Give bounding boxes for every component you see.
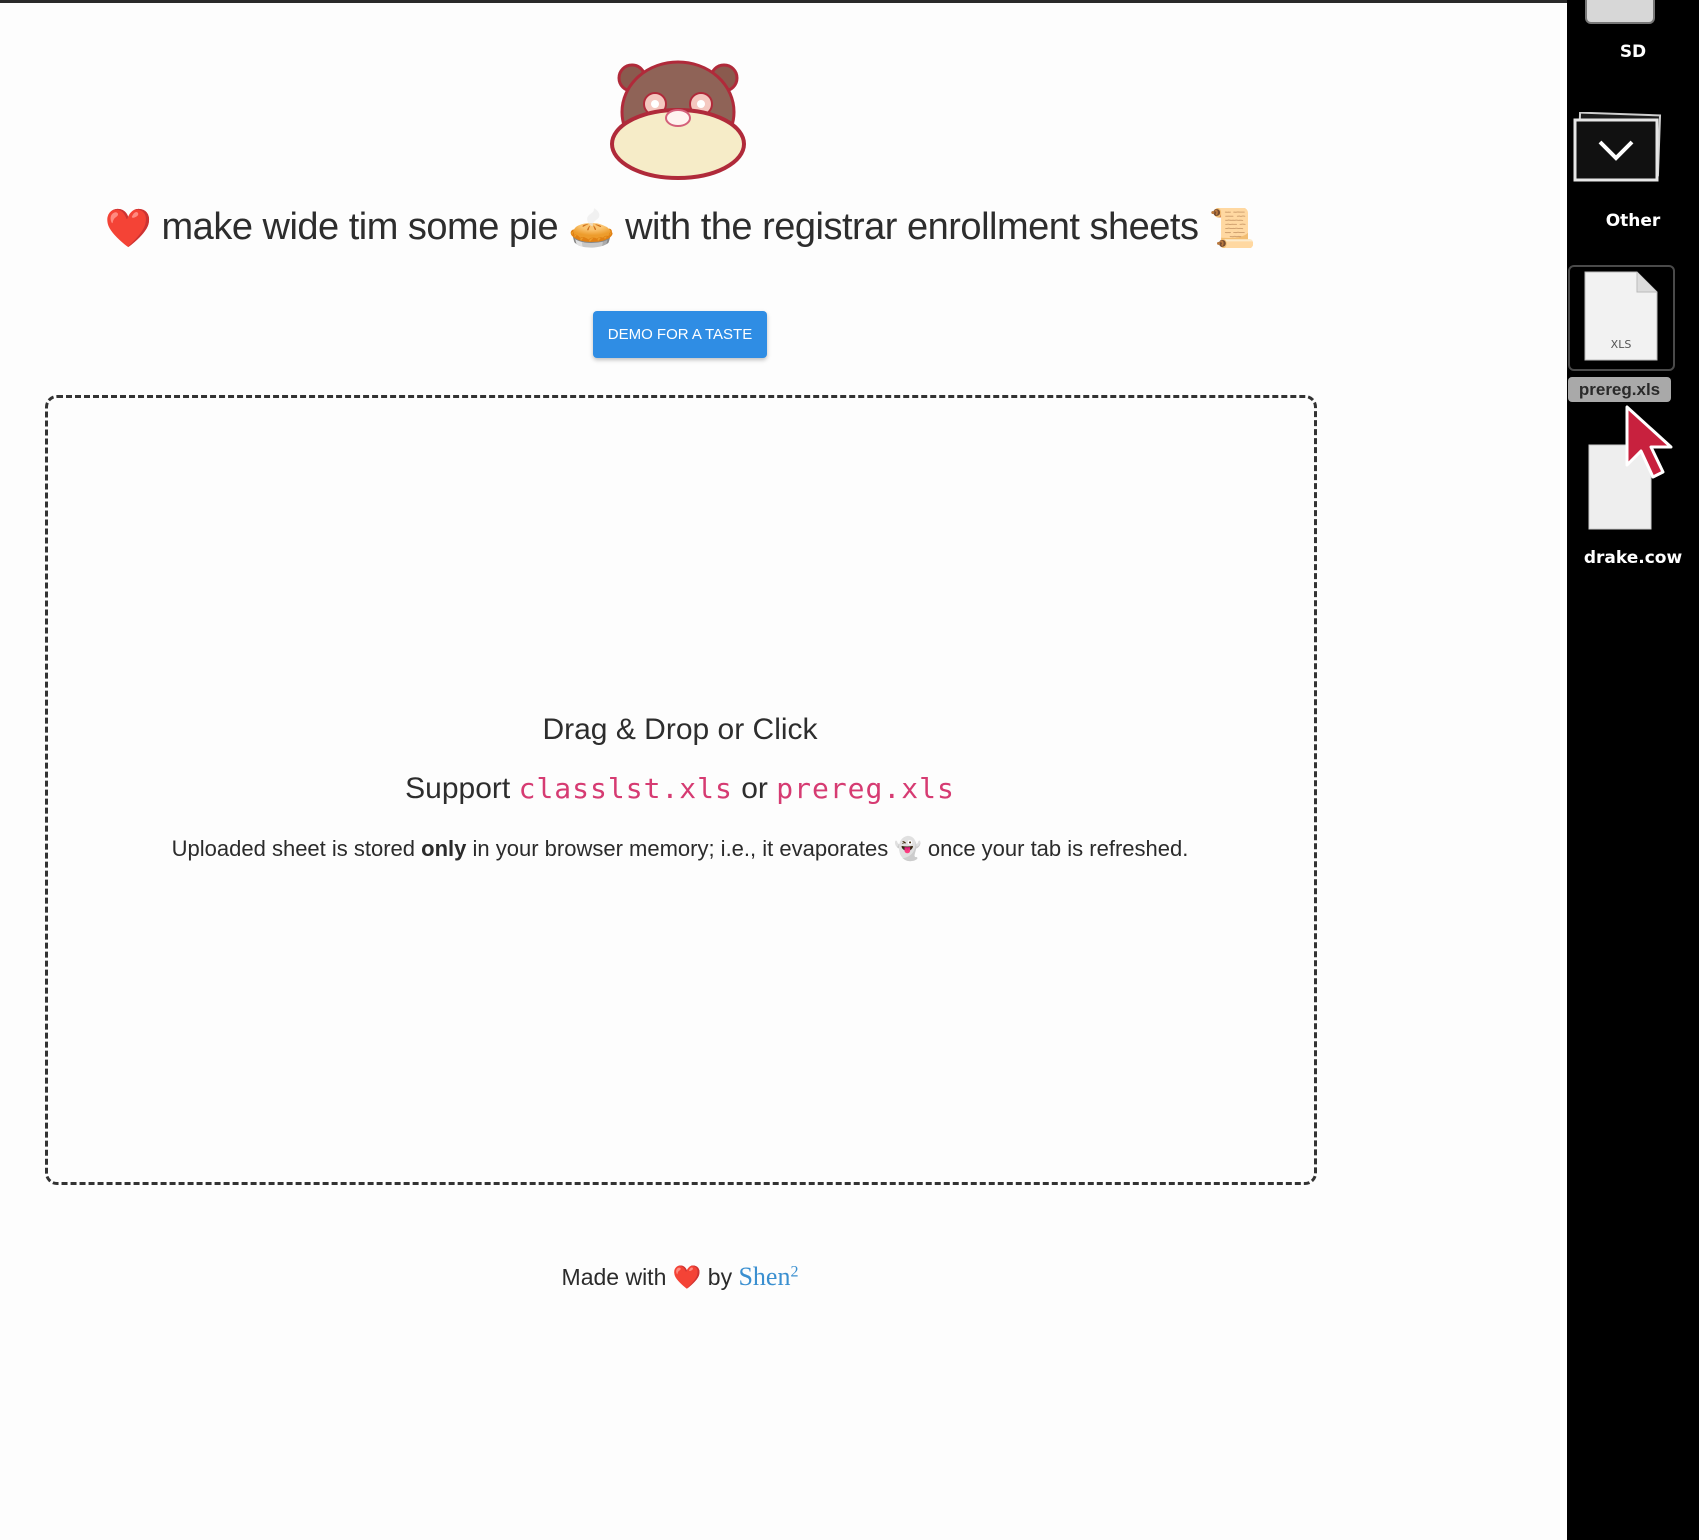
- note-text-2: in your browser memory; i.e., it evapora…: [466, 836, 895, 861]
- author-link[interactable]: Shen: [738, 1262, 790, 1291]
- desktop-item-other-label[interactable]: Other: [1567, 211, 1699, 231]
- support-or: or: [732, 772, 777, 805]
- demo-button[interactable]: DEMO FOR A TASTE: [593, 311, 767, 358]
- support-prefix: Support: [405, 772, 519, 805]
- scroll-icon: 📜: [1208, 207, 1256, 250]
- bear-mascot-logo: [610, 60, 746, 180]
- mouse-cursor-icon: [1625, 405, 1673, 479]
- dropzone-privacy-note: Uploaded sheet is stored only in your br…: [0, 836, 1360, 862]
- headline-text-2: with the registrar enrollment sheets: [615, 206, 1209, 248]
- author-superscript: 2: [790, 1263, 799, 1281]
- desktop-item-drake-cow-label[interactable]: drake.cow: [1567, 548, 1699, 568]
- sd-card-icon[interactable]: [1585, 0, 1655, 24]
- footer: Made with ❤️ by Shen2: [0, 1262, 1360, 1292]
- desktop-item-sd-label[interactable]: SD: [1567, 42, 1699, 62]
- heart-icon: ❤️: [104, 207, 152, 250]
- selection-highlight: [1568, 265, 1675, 371]
- footer-made-with: Made with: [561, 1264, 673, 1290]
- note-text-3: once your tab is refreshed.: [921, 836, 1189, 861]
- footer-by: by: [701, 1264, 739, 1290]
- page-headline: ❤️ make wide tim some pie 🥧 with the reg…: [0, 206, 1360, 251]
- desktop-item-prereg-label[interactable]: prereg.xls: [1568, 377, 1671, 402]
- note-text-1: Uploaded sheet is stored: [171, 836, 422, 861]
- ghost-icon: 👻: [894, 836, 922, 861]
- desktop-sidebar: SD Other XLS drake.cow: [1567, 0, 1699, 1540]
- file-type-prereg: prereg.xls: [776, 772, 955, 805]
- folder-chevron-icon[interactable]: [1573, 112, 1663, 188]
- note-bold: only: [421, 836, 467, 861]
- dropzone-title: Drag & Drop or Click: [542, 713, 818, 746]
- headline-text-1: make wide tim some pie: [151, 206, 569, 248]
- file-type-classlst: classlst.xls: [518, 772, 733, 805]
- dropzone-support-line: Support classlst.xls or prereg.xls: [0, 772, 1360, 806]
- web-page: ❤️ make wide tim some pie 🥧 with the reg…: [0, 0, 1567, 1540]
- heart-icon: ❤️: [672, 1264, 702, 1290]
- pie-icon: 🥧: [568, 207, 616, 250]
